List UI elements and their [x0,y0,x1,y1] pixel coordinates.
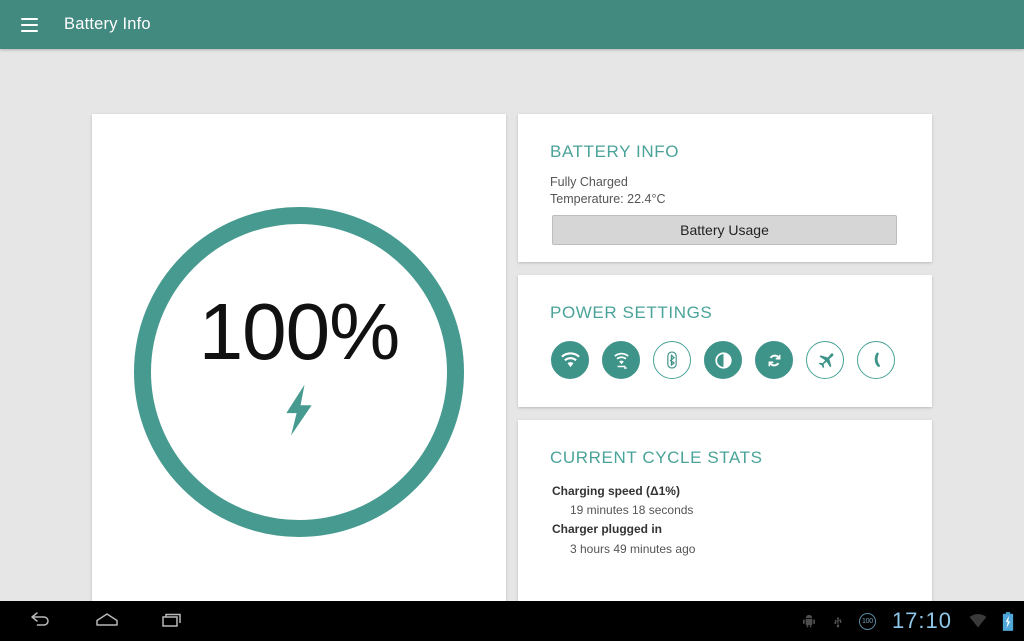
hotspot-icon [613,352,629,369]
hamburger-bar [20,23,38,26]
wifi-signal-icon [968,613,988,629]
charger-plugged-value: 3 hours 49 minutes ago [570,541,696,556]
battery-info-card: BATTERY INFO Fully Charged Temperature: … [518,114,932,262]
usb-icon [831,613,845,630]
bluetooth-icon [667,351,677,369]
app-title: Battery Info [64,15,151,33]
system-nav-buttons [0,606,190,636]
battery-usage-button[interactable]: Battery Usage [552,214,897,245]
home-icon [96,613,118,626]
wifi-toggle[interactable] [551,341,589,379]
airplane-mode-toggle[interactable] [806,341,844,379]
back-button[interactable] [24,606,58,636]
hamburger-bar [20,17,38,20]
charger-plugged-label: Charger plugged in [552,522,663,537]
battery-percent-status: 100 [858,612,876,630]
power-settings-toggle-row [518,323,932,379]
airplane-icon [818,352,833,368]
recents-icon [162,613,181,627]
home-button[interactable] [90,606,124,636]
hamburger-menu-icon[interactable] [14,10,44,40]
bluetooth-toggle[interactable] [653,341,691,379]
hamburger-bar [20,29,38,32]
charging-speed-value: 19 minutes 18 seconds [570,503,694,518]
night-mode-icon [874,352,881,367]
cycle-stats-list: Charging speed (Δ1%) 19 minutes 18 secon… [518,468,932,559]
hotspot-toggle[interactable] [602,341,640,379]
battery-info-title: BATTERY INFO [550,142,680,161]
battery-charging-icon [1002,611,1014,631]
main-content: 100% BATTERY INFO Fully Charged Temperat… [0,49,1024,630]
battery-gauge: 100% [134,207,464,537]
cycle-stats-card: CURRENT CYCLE STATS Charging speed (Δ1%)… [518,420,932,630]
sync-toggle[interactable] [755,341,793,379]
charging-speed-label: Charging speed (Δ1%) [552,484,680,498]
status-clock: 17:10 [891,608,952,633]
battery-gauge-card: 100% [92,114,506,630]
brightness-icon [714,351,732,369]
night-mode-toggle[interactable] [857,341,895,379]
system-navigation-bar: 100 17:10 [0,601,1024,641]
battery-temperature-text: Temperature: 22.4°C [550,192,666,207]
power-settings-title: POWER SETTINGS [550,303,713,322]
recents-button[interactable] [156,606,190,636]
status-icons: 100 17:10 [801,608,1024,634]
back-arrow-icon [31,612,49,626]
power-settings-card: POWER SETTINGS [518,275,932,407]
android-debug-icon [801,613,817,629]
brightness-toggle[interactable] [704,341,742,379]
cycle-stats-title: CURRENT CYCLE STATS [550,448,763,467]
app-bar: Battery Info [0,0,1024,49]
sync-icon [768,354,780,366]
gauge-ring [134,207,464,537]
battery-info-lines: Fully Charged Temperature: 22.4°C [518,162,932,209]
wifi-icon [560,351,580,367]
battery-status-text: Fully Charged [550,175,628,189]
